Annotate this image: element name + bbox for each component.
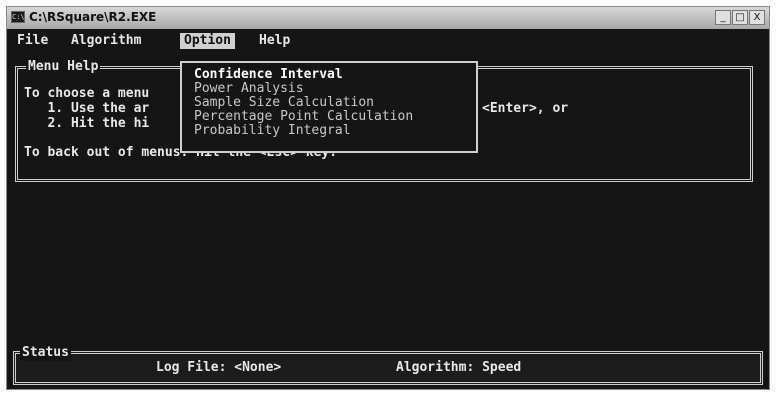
close-button[interactable]: X [749, 10, 765, 25]
option-dropdown-menu: Confidence Interval Power Analysis Sampl… [180, 61, 478, 153]
menu-option-confidence-interval[interactable]: Confidence Interval [194, 68, 343, 82]
menu-option-percentage-point[interactable]: Percentage Point Calculation [194, 110, 413, 124]
help-line-2: 1. Use the ar [24, 101, 150, 116]
menu-help[interactable]: Help [259, 33, 290, 49]
menu-bar: File Algorithm Option Help [7, 33, 769, 49]
window-controls: _ □ X [715, 10, 765, 25]
menu-option-power-analysis[interactable]: Power Analysis [194, 82, 304, 96]
console-area: File Algorithm Option Help Menu Help To … [7, 29, 769, 389]
status-log-file: Log File: <None> [156, 360, 282, 375]
maximize-button[interactable]: □ [732, 10, 748, 25]
menu-option[interactable]: Option [180, 33, 235, 49]
help-line-1: To choose a menu [24, 86, 150, 101]
minimize-button[interactable]: _ [715, 10, 731, 25]
menu-help-title: Menu Help [26, 59, 101, 75]
status-title: Status [20, 345, 71, 361]
window-title: C:\RSquare\R2.EXE [29, 10, 157, 24]
menu-algorithm[interactable]: Algorithm [71, 33, 141, 49]
status-panel: Status Log File: <None> Algorithm: Speed [13, 345, 763, 385]
menu-option-sample-size[interactable]: Sample Size Calculation [194, 96, 374, 110]
menu-file[interactable]: File [17, 33, 48, 49]
help-line-2-tail: <Enter>, or [482, 101, 569, 116]
title-bar[interactable]: C:\ C:\RSquare\R2.EXE _ □ X [7, 7, 769, 29]
help-line-3: 2. Hit the hi [24, 116, 150, 131]
status-algorithm: Algorithm: Speed [396, 360, 522, 375]
menu-option-probability-integral[interactable]: Probability Integral [194, 124, 351, 138]
console-app-icon[interactable]: C:\ [11, 11, 25, 23]
console-window: C:\ C:\RSquare\R2.EXE _ □ X File Algorit… [6, 6, 770, 390]
